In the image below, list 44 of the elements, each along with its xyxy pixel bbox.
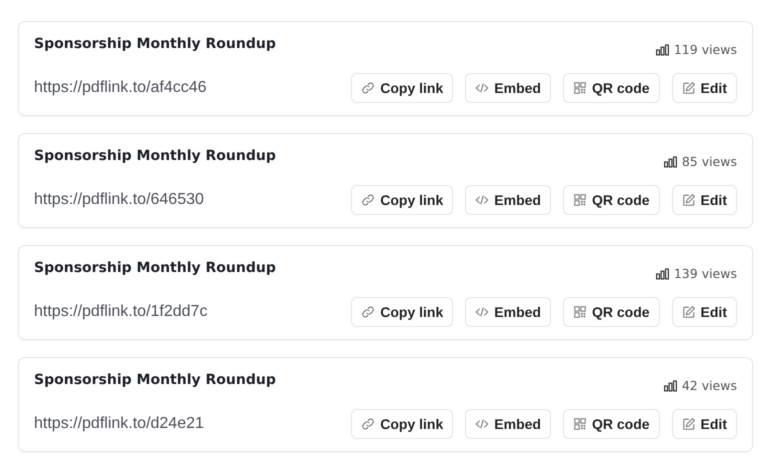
edit-button[interactable]: Edit xyxy=(672,409,737,439)
view-count: 42 views xyxy=(682,378,737,393)
share-url: https://pdflink.to/af4cc46 xyxy=(34,79,207,97)
document-title: Sponsorship Monthly Roundup xyxy=(34,148,276,164)
link-icon xyxy=(361,305,376,319)
share-url: https://pdflink.to/d24e21 xyxy=(34,415,204,433)
link-icon xyxy=(361,81,376,95)
view-count: 85 views xyxy=(682,154,737,169)
link-icon xyxy=(361,193,376,207)
document-title: Sponsorship Monthly Roundup xyxy=(34,372,276,388)
copy-link-button[interactable]: Copy link xyxy=(351,297,454,327)
document-title: Sponsorship Monthly Roundup xyxy=(34,260,276,276)
edit-button[interactable]: Edit xyxy=(672,185,737,215)
qr-code-icon xyxy=(572,193,587,207)
bar-chart-icon xyxy=(656,268,669,280)
embed-button[interactable]: Embed xyxy=(465,297,551,327)
qr-code-button[interactable]: QR code xyxy=(562,409,660,439)
embed-button[interactable]: Embed xyxy=(465,185,551,215)
code-icon xyxy=(475,305,490,319)
copy-link-button[interactable]: Copy link xyxy=(351,185,454,215)
edit-button[interactable]: Edit xyxy=(672,73,737,103)
embed-button[interactable]: Embed xyxy=(465,73,551,103)
code-icon xyxy=(475,417,490,431)
qr-code-icon xyxy=(572,417,587,431)
link-icon xyxy=(361,417,376,431)
code-icon xyxy=(475,81,490,95)
embed-button[interactable]: Embed xyxy=(465,409,551,439)
qr-code-icon xyxy=(572,305,587,319)
view-count: 119 views xyxy=(674,42,737,57)
bar-chart-icon xyxy=(656,44,669,56)
qr-code-button[interactable]: QR code xyxy=(562,73,660,103)
copy-link-button[interactable]: Copy link xyxy=(351,409,454,439)
bar-chart-icon xyxy=(664,156,677,168)
view-count: 139 views xyxy=(674,266,737,281)
code-icon xyxy=(475,193,490,207)
qr-code-icon xyxy=(572,81,587,95)
qr-code-button[interactable]: QR code xyxy=(562,297,660,327)
share-url: https://pdflink.to/1f2dd7c xyxy=(34,303,208,321)
copy-link-button[interactable]: Copy link xyxy=(351,73,454,103)
bar-chart-icon xyxy=(664,380,677,392)
share-url: https://pdflink.to/646530 xyxy=(34,191,204,209)
qr-code-button[interactable]: QR code xyxy=(562,185,660,215)
edit-button[interactable]: Edit xyxy=(672,297,737,327)
document-title: Sponsorship Monthly Roundup xyxy=(34,36,276,52)
